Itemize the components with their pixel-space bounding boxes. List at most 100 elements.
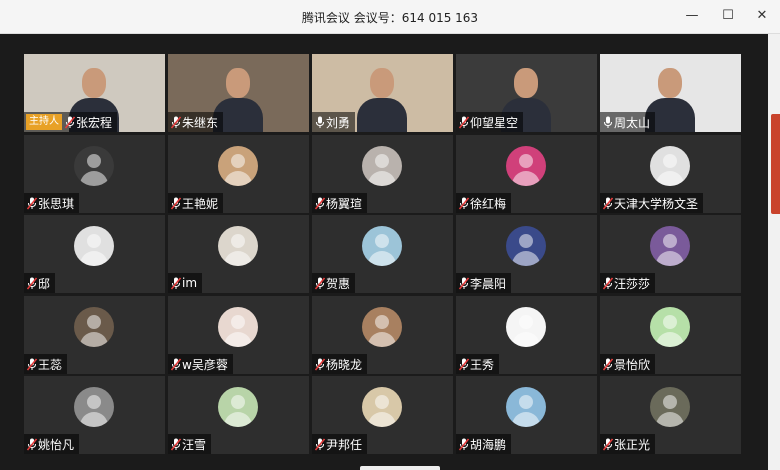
participant-name-bar: 徐红梅 <box>456 193 512 213</box>
participant-avatar <box>218 387 258 427</box>
participant-tile[interactable]: im <box>168 215 309 293</box>
microphone-muted-icon <box>171 437 181 451</box>
participant-name-bar: 尹邦任 <box>312 434 368 454</box>
microphone-muted-icon <box>459 357 469 371</box>
participant-name: 张思琪 <box>38 196 75 211</box>
participant-name: 胡海鹏 <box>470 437 507 452</box>
participant-tile[interactable]: 汪莎莎 <box>600 215 741 293</box>
participant-avatar <box>74 226 114 266</box>
participant-tile[interactable]: w吴彦蓉 <box>168 296 309 374</box>
participant-name-bar: w吴彦蓉 <box>168 354 233 374</box>
participant-name-bar: 王蕊 <box>24 354 68 374</box>
microphone-muted-icon <box>315 357 325 371</box>
participant-name: 天津大学杨文圣 <box>614 196 699 211</box>
participant-tile[interactable]: 汪雪 <box>168 376 309 454</box>
participant-name-bar: 王秀 <box>456 354 500 374</box>
participant-tile[interactable]: 尹邦任 <box>312 376 453 454</box>
participant-tile[interactable]: 主持人 张宏程 <box>24 54 165 132</box>
participant-tile[interactable]: 杨晓龙 <box>312 296 453 374</box>
participant-name: 周太山 <box>614 115 651 130</box>
participant-name-bar: 王艳妮 <box>168 193 224 213</box>
participant-tile[interactable]: 天津大学杨文圣 <box>600 135 741 213</box>
participant-name: 王艳妮 <box>182 196 219 211</box>
participant-tile[interactable]: 胡海鹏 <box>456 376 597 454</box>
participant-name: 汪莎莎 <box>614 276 651 291</box>
participant-name-bar: 朱继东 <box>168 112 224 132</box>
participant-name: 朱继东 <box>182 115 219 130</box>
participant-name: 徐红梅 <box>470 196 507 211</box>
microphone-muted-icon <box>459 196 469 210</box>
title-bar: 腾讯会议 会议号：614 015 163 — ☐ ✕ <box>0 0 780 34</box>
microphone-muted-icon <box>603 357 613 371</box>
participant-avatar <box>74 146 114 186</box>
participant-tile[interactable]: 刘勇 <box>312 54 453 132</box>
participant-name: 刘勇 <box>326 115 351 130</box>
participant-tile[interactable]: 王蕊 <box>24 296 165 374</box>
microphone-muted-icon <box>27 196 37 210</box>
participant-tile[interactable]: 贺惠 <box>312 215 453 293</box>
participant-avatar <box>362 146 402 186</box>
participant-tile[interactable]: 李晨阳 <box>456 215 597 293</box>
participant-name-bar: 主持人 张宏程 <box>24 112 118 132</box>
participant-name-bar: 汪莎莎 <box>600 273 656 293</box>
close-button[interactable]: ✕ <box>752 6 772 26</box>
participant-name-bar: 汪雪 <box>168 434 212 454</box>
participant-name: im <box>182 276 198 290</box>
microphone-muted-icon <box>27 437 37 451</box>
participant-name-bar: 贺惠 <box>312 273 356 293</box>
participant-tile[interactable]: 张正光 <box>600 376 741 454</box>
participant-avatar <box>506 387 546 427</box>
microphone-muted-icon <box>603 276 613 290</box>
participant-tile[interactable]: 杨翼瑄 <box>312 135 453 213</box>
participant-avatar <box>218 226 258 266</box>
microphone-muted-icon <box>603 196 613 210</box>
participant-avatar <box>74 307 114 347</box>
participant-name-bar: 姚怡凡 <box>24 434 80 454</box>
microphone-muted-icon <box>27 357 37 371</box>
participant-name-bar: 胡海鹏 <box>456 434 512 454</box>
microphone-icon <box>316 116 324 128</box>
participant-avatar <box>650 387 690 427</box>
participant-tile[interactable]: 仰望星空 <box>456 54 597 132</box>
participant-avatar <box>650 226 690 266</box>
microphone-muted-icon <box>171 276 181 290</box>
microphone-muted-icon <box>459 115 469 129</box>
microphone-icon <box>604 116 612 128</box>
participant-avatar <box>506 146 546 186</box>
participant-name: 尹邦任 <box>326 437 363 452</box>
participant-tile[interactable]: 邸 <box>24 215 165 293</box>
microphone-muted-icon <box>459 276 469 290</box>
microphone-muted-icon <box>315 196 325 210</box>
microphone-muted-icon <box>27 276 37 290</box>
window-title: 腾讯会议 会议号：614 015 163 <box>301 11 479 25</box>
participant-avatar <box>74 387 114 427</box>
participant-name: 李晨阳 <box>470 276 507 291</box>
participant-tile[interactable]: 张思琪 <box>24 135 165 213</box>
participant-name: 张正光 <box>614 437 651 452</box>
participant-name: 杨翼瑄 <box>326 196 363 211</box>
toolbar-handle[interactable] <box>360 466 440 470</box>
participant-name: 贺惠 <box>326 276 351 291</box>
participant-tile[interactable]: 姚怡凡 <box>24 376 165 454</box>
participant-tile[interactable]: 周太山 <box>600 54 741 132</box>
microphone-muted-icon <box>315 276 325 290</box>
participant-tile[interactable]: 徐红梅 <box>456 135 597 213</box>
participant-tile[interactable]: 王秀 <box>456 296 597 374</box>
side-panel-edge <box>768 34 780 470</box>
participant-tile[interactable]: 王艳妮 <box>168 135 309 213</box>
microphone-muted-icon <box>315 437 325 451</box>
participant-avatar <box>650 307 690 347</box>
participant-avatar <box>650 146 690 186</box>
participant-name-bar: 周太山 <box>600 112 656 132</box>
participant-name-bar: 张正光 <box>600 434 656 454</box>
maximize-button[interactable]: ☐ <box>718 6 738 26</box>
participant-tile[interactable]: 景怡欣 <box>600 296 741 374</box>
participant-name-bar: 张思琪 <box>24 193 80 213</box>
participant-avatar <box>506 226 546 266</box>
minimize-button[interactable]: — <box>682 6 702 26</box>
participant-name-bar: 杨晓龙 <box>312 354 368 374</box>
side-panel-tab[interactable] <box>771 114 780 214</box>
microphone-muted-icon <box>171 357 181 371</box>
microphone-muted-icon <box>171 115 181 129</box>
participant-tile[interactable]: 朱继东 <box>168 54 309 132</box>
